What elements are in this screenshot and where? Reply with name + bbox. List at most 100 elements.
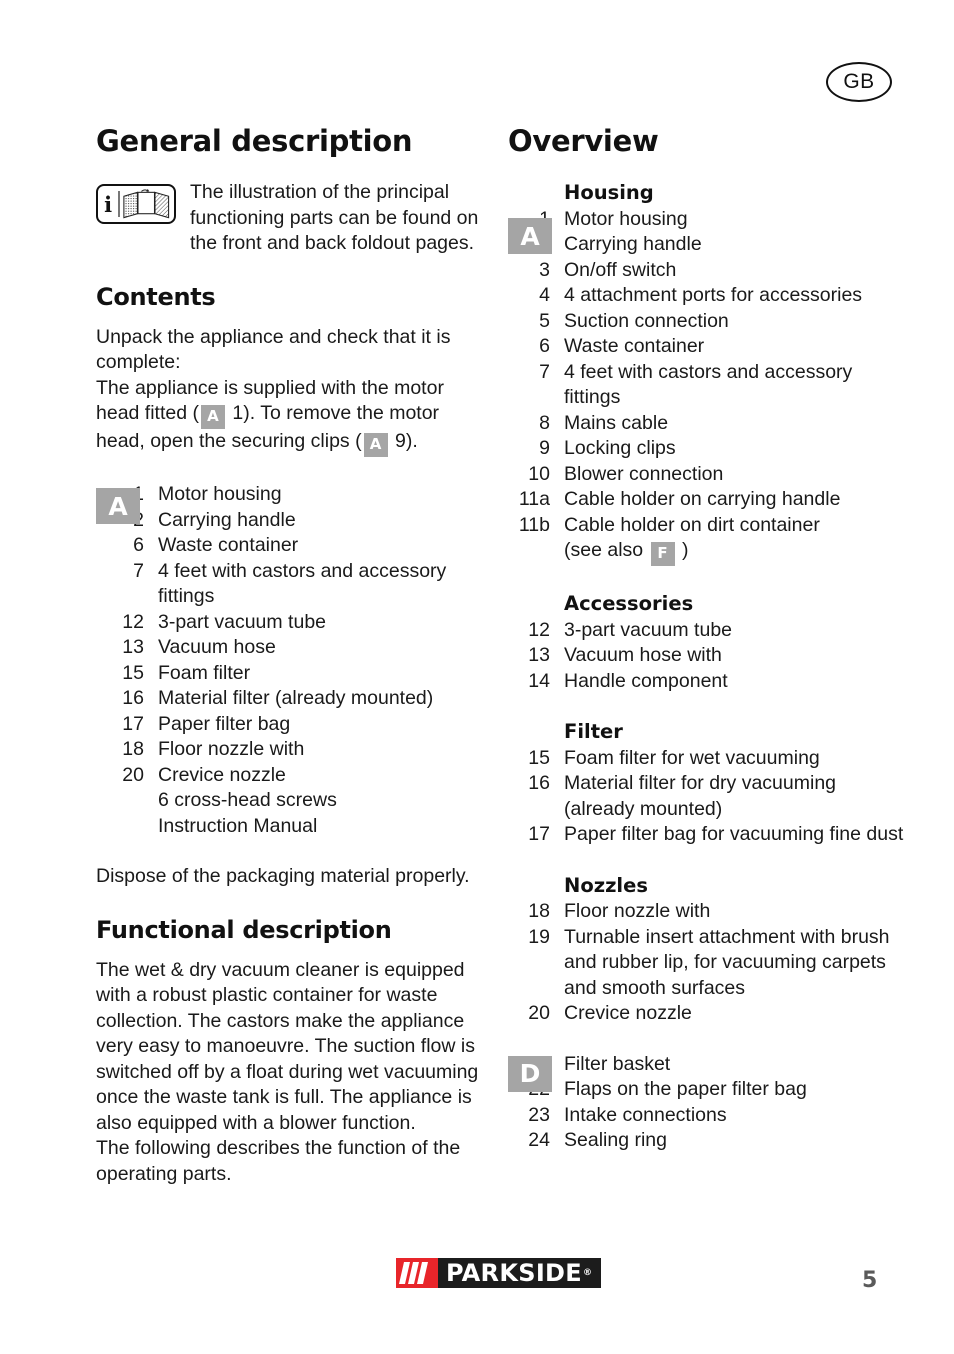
supply-text-part-3: 9). — [389, 430, 418, 452]
item-number: 10 — [528, 462, 550, 485]
item-label: Waste container — [158, 534, 299, 556]
reference-badge-a-overview: A — [508, 218, 552, 254]
list-item: 11b Cable holder on dirt container (see al… — [508, 513, 908, 566]
item-number: 7 — [133, 559, 144, 582]
see-also-prefix: (see also — [564, 539, 649, 561]
item-number: 12 — [528, 618, 550, 641]
list-item: 20 Crevice nozzle — [508, 1001, 908, 1027]
list-item: 18 Floor nozzle with — [102, 737, 486, 763]
item-number: 6 — [539, 335, 550, 357]
list-item: 1Motor housing — [102, 482, 486, 508]
list-item: 10 Blower connection — [508, 462, 908, 488]
country-code-label: GB — [843, 70, 875, 93]
item-label: Motor housing — [158, 483, 282, 505]
item-number: 9 — [539, 437, 550, 459]
list-item: 6 Waste container — [102, 533, 486, 559]
item-number: 24 — [528, 1129, 550, 1151]
item-label: Flaps on the paper filter bag — [564, 1078, 807, 1100]
item-number: 17 — [528, 823, 550, 845]
item-label: Cable holder on carrying handle — [564, 488, 841, 510]
item-label: 4 attachment ports for accessories — [564, 284, 863, 306]
spacer-cell — [508, 180, 564, 207]
item-label: Filter basket — [564, 1052, 671, 1075]
item-number: 3 — [539, 258, 550, 281]
contents-intro-line-2: complete: — [96, 351, 181, 373]
list-item: 19 Turnable insert attachment with brush … — [508, 925, 908, 1002]
reference-badge-a-inline-1: A — [200, 405, 225, 429]
country-code-badge: GB — [826, 62, 892, 102]
group-heading-filter: Filter — [564, 720, 623, 743]
item-number: 14 — [528, 669, 550, 692]
item-number: 18 — [528, 900, 550, 922]
list-item: 13 Vacuum hose — [102, 635, 486, 661]
list-item: 8 Mains cable — [508, 411, 908, 437]
item-label: Floor nozzle with — [158, 738, 305, 760]
logo-slashes-icon — [396, 1258, 438, 1288]
see-also-suffix: ) — [676, 539, 689, 561]
foldout-book-icon — [120, 186, 174, 222]
manual-page: GB General description i The illustratio… — [0, 0, 954, 1354]
item-label: 4 feet with castors and accessory fittin… — [564, 360, 853, 409]
parkside-logo: PARKSIDE ® — [396, 1258, 602, 1288]
list-item: 16 Material filter (already mounted) — [102, 686, 486, 712]
item-number: 15 — [528, 746, 550, 769]
contents-list-items: 1Motor housing 2Carrying handle 6 Waste c… — [96, 482, 486, 839]
list-item: 18 Floor nozzle with — [508, 899, 908, 925]
spacer-cell — [508, 591, 564, 618]
item-label: Carrying handle — [564, 233, 702, 255]
item-number: 17 — [122, 712, 144, 735]
logo-wordmark: PARKSIDE ® — [438, 1258, 602, 1288]
list-item: 24 Sealing ring — [508, 1128, 908, 1154]
item-label: Carrying handle — [158, 508, 296, 531]
list-item: 7 4 feet with castors and accessory fitti… — [102, 559, 486, 610]
overview-title: Overview — [508, 124, 659, 158]
item-label: Vacuum hose with — [564, 644, 722, 666]
item-label: Floor nozzle with — [564, 900, 711, 922]
list-item: 4 4 attachment ports for accessories — [508, 283, 908, 309]
group-heading-housing: Housing — [564, 181, 654, 204]
item-label: Waste container — [564, 335, 705, 357]
list-item: 9 Locking clips — [508, 436, 908, 462]
list-item: 17 Paper filter bag — [102, 712, 486, 738]
list-item: Instruction Manual — [102, 814, 486, 840]
list-item: 23 Intake connections — [508, 1103, 908, 1129]
reference-badge-f-inline: F — [650, 542, 675, 566]
list-item: 13 Vacuum hose with — [508, 643, 908, 669]
item-label: Suction connection — [564, 309, 729, 332]
list-item: 21Filter basket — [508, 1052, 908, 1078]
item-label: Material filter (already mounted) — [158, 687, 434, 709]
item-number: 6 — [133, 534, 144, 556]
item-label: Vacuum hose — [158, 636, 276, 658]
functional-paragraph-2: The following describes the function of … — [96, 1137, 461, 1185]
list-item: 17 Paper filter bag for vacuuming fine du… — [508, 822, 908, 848]
item-label: Instruction Manual — [158, 814, 318, 837]
list-item: 6 cross-head screws — [102, 788, 486, 814]
contents-closing-text: Dispose of the packaging material proper… — [96, 865, 470, 887]
list-item: 2Carrying handle — [508, 232, 908, 258]
page-title: General description — [96, 124, 413, 158]
group-heading-nozzles: Nozzles — [564, 873, 648, 897]
group-housing: A Housing 1Motor housing 2Carrying handl… — [508, 180, 908, 566]
group-heading-row: Accessories — [508, 591, 908, 618]
item-label: 3-part vacuum tube — [564, 618, 733, 641]
list-item: 16 Material filter for dry vacuuming (alr… — [508, 771, 908, 822]
functional-description-heading: Functional description — [96, 915, 392, 944]
item-label: 6 cross-head screws — [158, 789, 337, 811]
group-heading-row: Filter — [508, 719, 908, 746]
item-number: 11b — [518, 513, 550, 536]
item-label: Sealing ring — [564, 1129, 667, 1151]
list-item: 14 Handle component — [508, 669, 908, 695]
group-heading-row: Nozzles — [508, 873, 908, 900]
page-number: 5 — [862, 1268, 878, 1293]
contents-intro-line-1: Unpack the appliance and check that it i… — [96, 325, 451, 348]
item-label: Intake connections — [564, 1103, 727, 1126]
list-item: 15 Foam filter — [102, 661, 486, 687]
item-number: 16 — [528, 772, 550, 794]
contents-part-list: A 1Motor housing 2Carrying handle 6 Waste… — [96, 482, 486, 839]
item-label: Blower connection — [564, 462, 724, 485]
item-number: 13 — [528, 644, 550, 666]
list-item: 5 Suction connection — [508, 309, 908, 335]
